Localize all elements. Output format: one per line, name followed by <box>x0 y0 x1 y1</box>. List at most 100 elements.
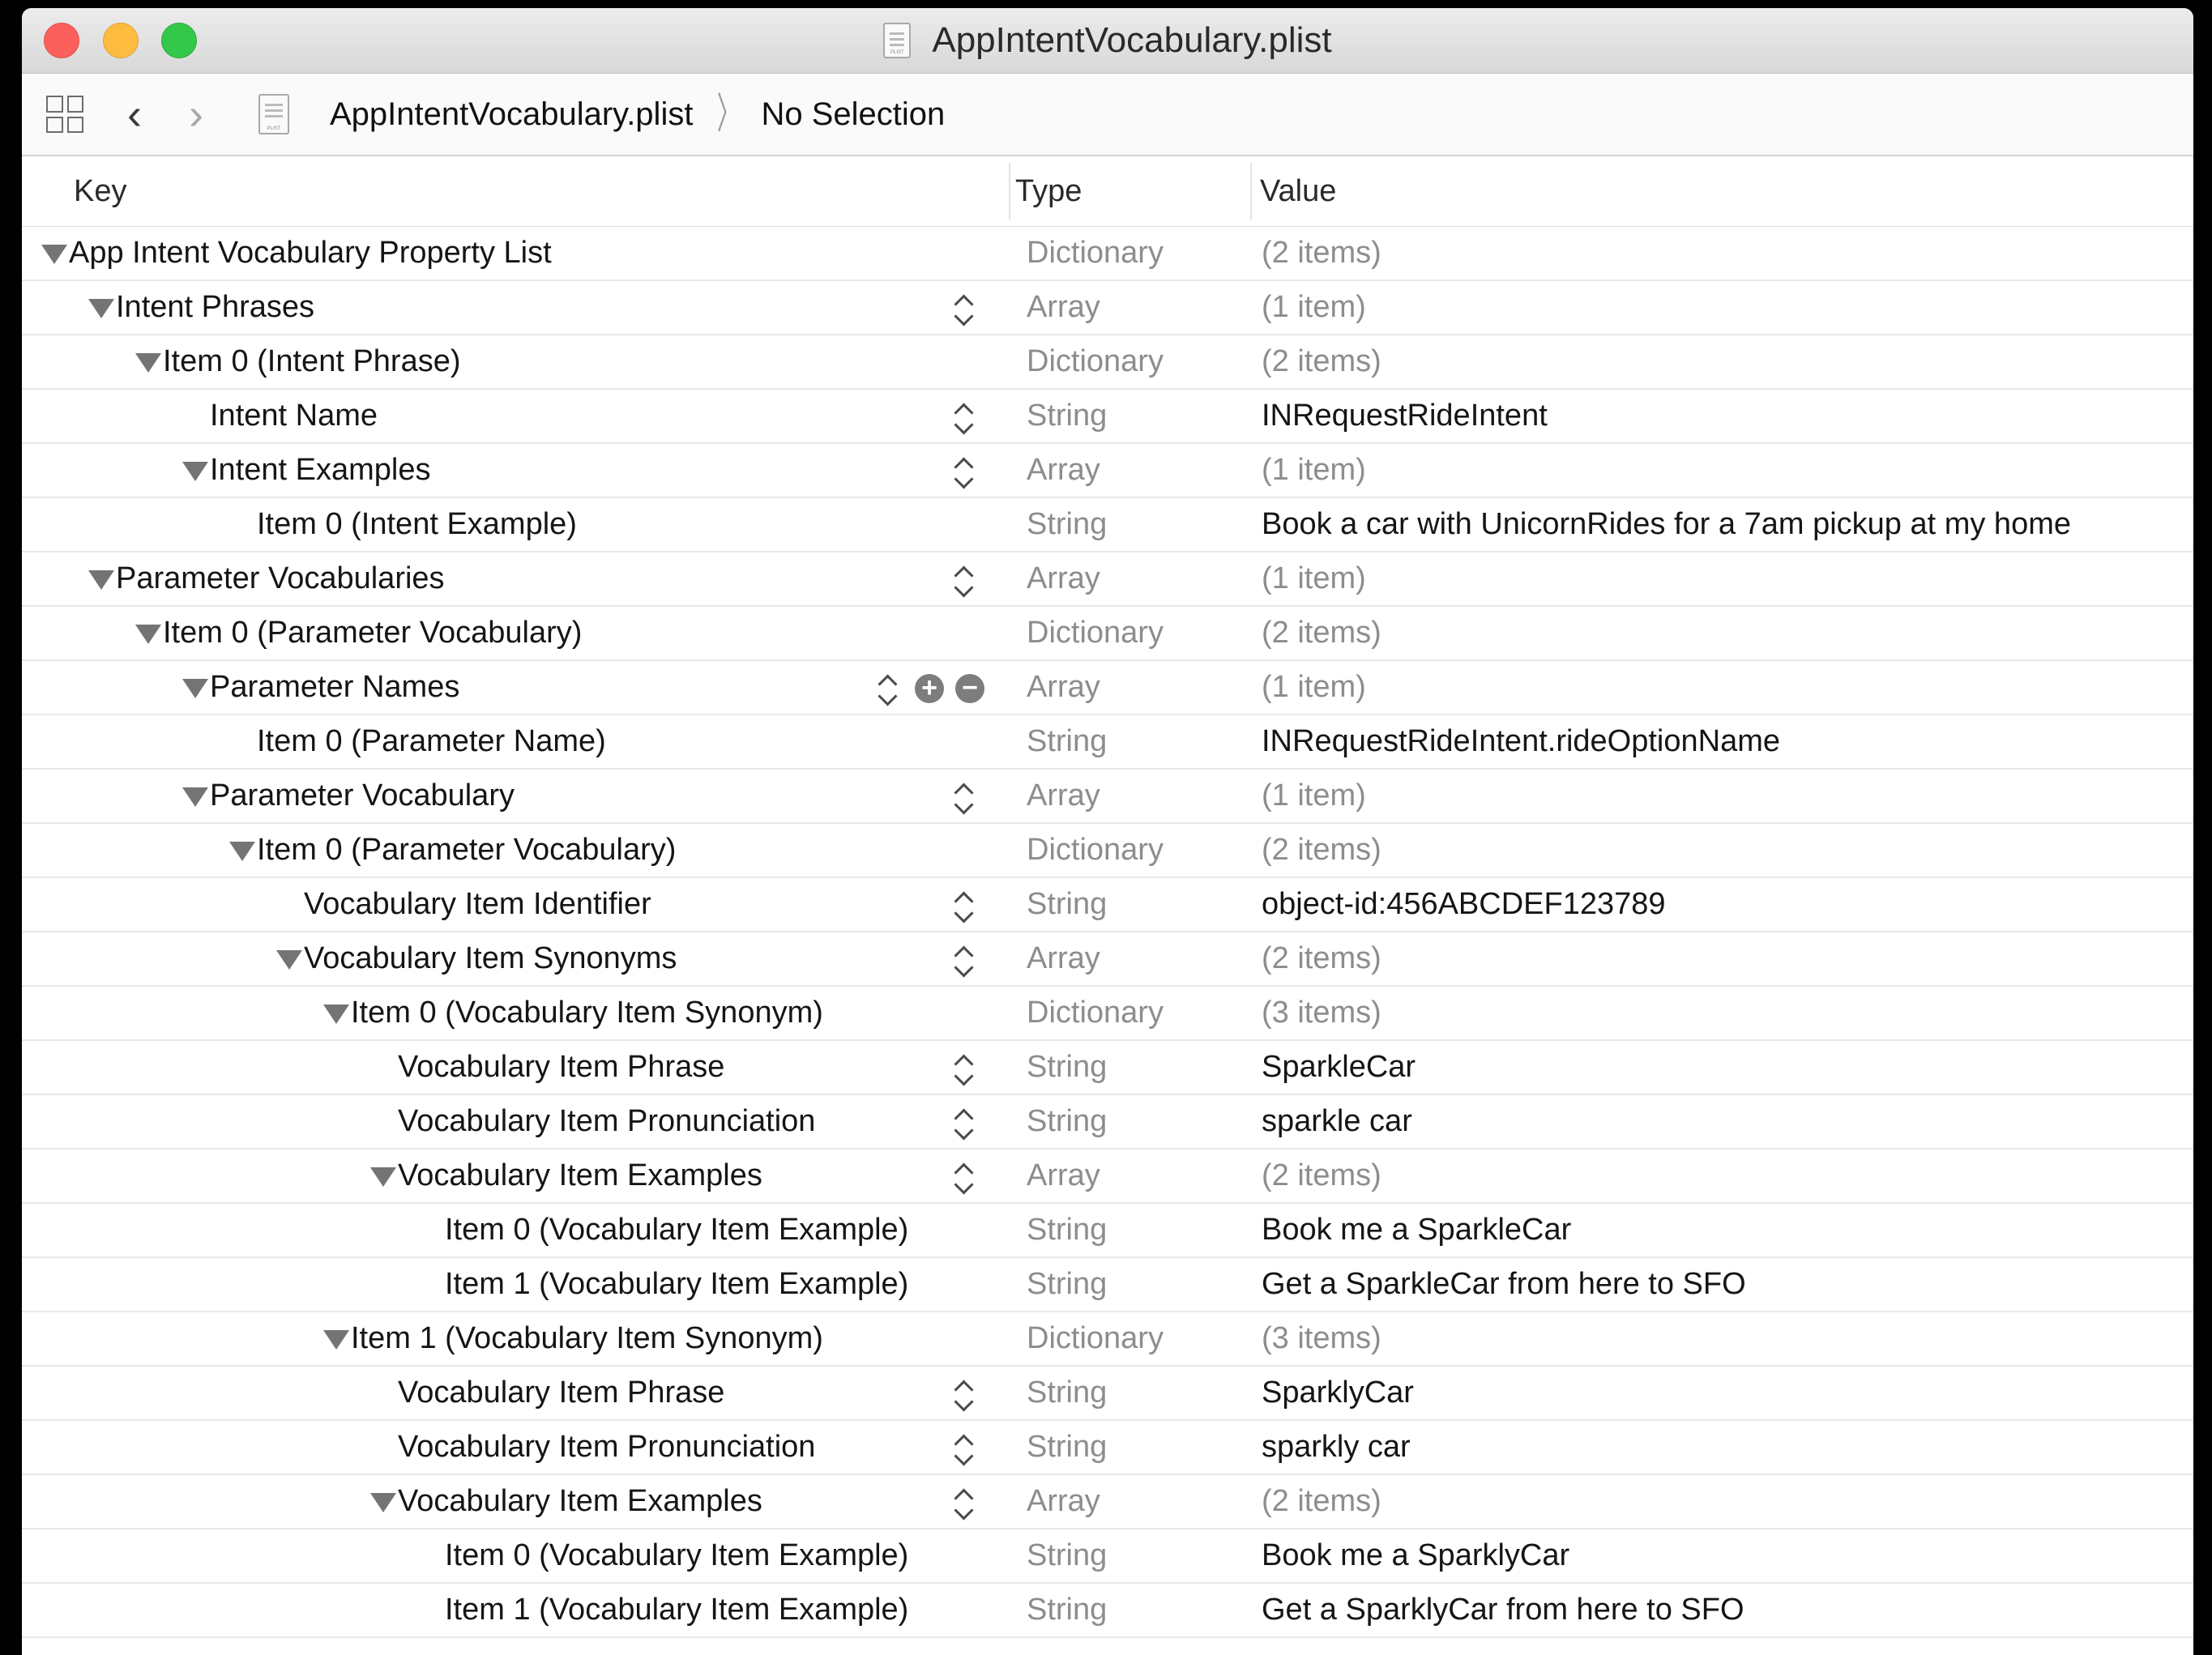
row-value[interactable]: Book me a SparkleCar <box>1262 1204 1571 1256</box>
row-value[interactable]: SparkleCar <box>1262 1041 1416 1094</box>
breadcrumb-selection[interactable]: No Selection <box>761 96 945 133</box>
row-value[interactable]: sparkly car <box>1262 1421 1411 1474</box>
grid-icon[interactable] <box>46 96 83 133</box>
minus-circle-icon[interactable]: − <box>955 674 984 703</box>
row-key[interactable]: Intent Examples <box>210 444 430 497</box>
row-value[interactable]: Book a car with UnicornRides for a 7am p… <box>1262 498 2071 551</box>
row-key[interactable]: Item 0 (Intent Phrase) <box>163 335 461 388</box>
table-row[interactable]: Item 0 (Parameter Name) String INRequestRi… <box>22 715 2193 770</box>
table-row[interactable]: Vocabulary Item Examples Array (2 items) <box>22 1475 2193 1529</box>
row-key[interactable]: Item 1 (Vocabulary Item Synonym) <box>351 1312 823 1365</box>
disclosure-triangle-icon[interactable] <box>135 625 161 644</box>
table-row[interactable]: Item 0 (Vocabulary Item Synonym) Dictiona… <box>22 987 2193 1041</box>
row-type[interactable]: Dictionary <box>1027 1312 1164 1365</box>
disclosure-triangle-icon[interactable] <box>370 1167 396 1187</box>
row-type[interactable]: Array <box>1027 770 1100 822</box>
stepper-icon[interactable] <box>954 403 975 435</box>
row-type[interactable]: String <box>1027 1367 1107 1419</box>
row-key[interactable]: Vocabulary Item Pronunciation <box>398 1421 815 1474</box>
chevron-right-icon[interactable]: › <box>182 92 210 136</box>
table-row[interactable]: Item 0 (Parameter Vocabulary) Dictionary (… <box>22 607 2193 661</box>
table-row[interactable]: Item 1 (Vocabulary Item Example) String Ge… <box>22 1584 2193 1638</box>
row-value[interactable]: Get a SparkleCar from here to SFO <box>1262 1258 1746 1311</box>
table-row[interactable]: Vocabulary Item Synonyms Array (2 items) <box>22 932 2193 987</box>
disclosure-triangle-icon[interactable] <box>182 462 208 481</box>
table-row[interactable]: Vocabulary Item Phrase String SparklyCar <box>22 1367 2193 1421</box>
disclosure-triangle-icon[interactable] <box>276 950 302 970</box>
stepper-icon[interactable] <box>954 891 975 923</box>
disclosure-triangle-icon[interactable] <box>182 679 208 698</box>
row-key[interactable]: Item 0 (Parameter Name) <box>257 715 606 768</box>
row-type[interactable]: Dictionary <box>1027 227 1164 279</box>
table-row[interactable]: Intent Name String INRequestRideIntent <box>22 390 2193 444</box>
table-row[interactable]: Item 0 (Parameter Vocabulary) Dictionary (… <box>22 824 2193 878</box>
stepper-icon[interactable] <box>954 565 975 598</box>
row-key[interactable]: Item 0 (Parameter Vocabulary) <box>257 824 676 877</box>
breadcrumb-file[interactable]: AppIntentVocabulary.plist <box>330 96 693 133</box>
stepper-icon[interactable] <box>954 294 975 326</box>
row-key[interactable]: Item 1 (Vocabulary Item Example) <box>445 1258 908 1311</box>
table-row[interactable]: Vocabulary Item Pronunciation String spark… <box>22 1095 2193 1150</box>
row-type[interactable]: Dictionary <box>1027 335 1164 388</box>
row-type[interactable]: String <box>1027 715 1107 768</box>
table-row[interactable]: Item 0 (Intent Phrase) Dictionary (2 items… <box>22 335 2193 390</box>
row-value[interactable]: object-id:456ABCDEF123789 <box>1262 878 1666 931</box>
row-key[interactable]: Intent Name <box>210 390 378 442</box>
table-row[interactable]: Intent Phrases Array (1 item) <box>22 281 2193 335</box>
row-value[interactable]: SparklyCar <box>1262 1367 1414 1419</box>
row-key[interactable]: Vocabulary Item Examples <box>398 1475 762 1528</box>
row-type[interactable]: Array <box>1027 1475 1100 1528</box>
stepper-icon[interactable] <box>954 1434 975 1466</box>
row-key[interactable]: App Intent Vocabulary Property List <box>69 227 552 279</box>
row-value[interactable]: sparkle car <box>1262 1095 1412 1148</box>
row-key[interactable]: Parameter Vocabulary <box>210 770 515 822</box>
row-key[interactable]: Item 0 (Vocabulary Item Example) <box>445 1529 908 1582</box>
row-key[interactable]: Parameter Names <box>210 661 459 714</box>
column-divider[interactable] <box>1250 163 1252 220</box>
table-row[interactable]: Item 0 (Intent Example) String Book a car … <box>22 498 2193 552</box>
row-type[interactable]: String <box>1027 1095 1107 1148</box>
disclosure-triangle-icon[interactable] <box>182 787 208 807</box>
row-type[interactable]: Array <box>1027 1150 1100 1202</box>
column-divider[interactable] <box>1009 163 1010 220</box>
stepper-icon[interactable] <box>954 457 975 489</box>
table-row[interactable]: Item 1 (Vocabulary Item Example) String Ge… <box>22 1258 2193 1312</box>
title-bar[interactable]: AppIntentVocabulary.plist <box>22 8 2193 74</box>
row-type[interactable]: Dictionary <box>1027 987 1164 1039</box>
row-type[interactable]: String <box>1027 1529 1107 1582</box>
table-row[interactable]: Parameter Vocabulary Array (1 item) <box>22 770 2193 824</box>
column-header-type[interactable]: Type <box>1015 156 1082 226</box>
table-row[interactable]: Item 1 (Vocabulary Item Synonym) Dictiona… <box>22 1312 2193 1367</box>
row-key[interactable]: Item 1 (Vocabulary Item Example) <box>445 1584 908 1636</box>
row-value[interactable]: Get a SparklyCar from here to SFO <box>1262 1584 1744 1636</box>
row-key[interactable]: Vocabulary Item Identifier <box>304 878 651 931</box>
row-type[interactable]: Array <box>1027 932 1100 985</box>
row-key[interactable]: Vocabulary Item Pronunciation <box>398 1095 815 1148</box>
table-row[interactable]: Item 0 (Vocabulary Item Example) String Bo… <box>22 1204 2193 1258</box>
row-key[interactable]: Item 0 (Vocabulary Item Synonym) <box>351 987 823 1039</box>
row-type[interactable]: Dictionary <box>1027 824 1164 877</box>
row-type[interactable]: Dictionary <box>1027 607 1164 659</box>
disclosure-triangle-icon[interactable] <box>88 299 114 318</box>
row-type[interactable]: Array <box>1027 281 1100 334</box>
row-type[interactable]: String <box>1027 1258 1107 1311</box>
row-type[interactable]: Array <box>1027 444 1100 497</box>
disclosure-triangle-icon[interactable] <box>323 1330 349 1350</box>
stepper-icon[interactable] <box>954 1488 975 1521</box>
disclosure-triangle-icon[interactable] <box>41 245 67 264</box>
table-row[interactable]: Intent Examples Array (1 item) <box>22 444 2193 498</box>
stepper-icon[interactable] <box>954 1162 975 1195</box>
row-key[interactable]: Item 0 (Vocabulary Item Example) <box>445 1204 908 1256</box>
disclosure-triangle-icon[interactable] <box>370 1493 396 1512</box>
table-row[interactable]: Vocabulary Item Phrase String SparkleCar <box>22 1041 2193 1095</box>
row-type[interactable]: String <box>1027 1584 1107 1636</box>
stepper-icon[interactable] <box>954 945 975 978</box>
table-row[interactable]: Vocabulary Item Examples Array (2 items) <box>22 1150 2193 1204</box>
table-row[interactable]: Parameter Names + − Array (1 item) <box>22 661 2193 715</box>
row-value[interactable]: INRequestRideIntent <box>1262 390 1548 442</box>
disclosure-triangle-icon[interactable] <box>229 842 255 861</box>
stepper-icon[interactable] <box>954 1380 975 1412</box>
row-type[interactable]: String <box>1027 878 1107 931</box>
table-row[interactable]: Vocabulary Item Pronunciation String spark… <box>22 1421 2193 1475</box>
row-key[interactable]: Intent Phrases <box>116 281 314 334</box>
